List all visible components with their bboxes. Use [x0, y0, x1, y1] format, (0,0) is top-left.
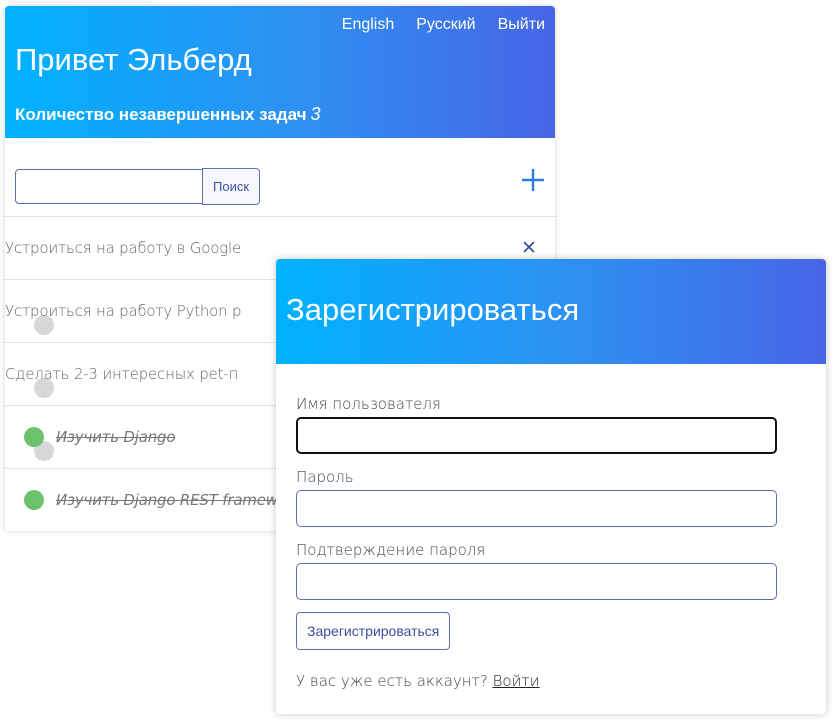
- pending-tasks-label: Количество незавершенных задач: [15, 105, 307, 124]
- login-link[interactable]: Войти: [493, 672, 540, 690]
- task-label: Устроиться на работу в Google: [5, 239, 242, 257]
- confirm-password-label: Подтверждение пароля: [296, 541, 486, 559]
- username-label: Имя пользователя: [296, 395, 441, 413]
- login-prompt: У вас уже есть аккаунт? Войти: [296, 672, 777, 690]
- register-header: Зарегистрироваться: [276, 259, 826, 364]
- lang-russian-link[interactable]: Русский: [416, 16, 475, 34]
- pending-tasks-counter: Количество незавершенных задач 3: [15, 104, 321, 125]
- logout-link[interactable]: Выйти: [498, 16, 545, 34]
- lang-english-link[interactable]: English: [342, 16, 394, 34]
- close-icon[interactable]: [522, 240, 536, 254]
- todo-header: English Русский Выйти Привет Эльберд Кол…: [5, 6, 555, 138]
- task-status-dot[interactable]: [24, 490, 44, 510]
- task-label: Сделать 2-3 интересных pet-п: [5, 365, 239, 383]
- header-nav: English Русский Выйти: [342, 16, 545, 34]
- register-card: Зарегистрироваться Имя пользователя Паро…: [276, 259, 826, 714]
- username-field[interactable]: [296, 417, 777, 454]
- have-account-text: У вас уже есть аккаунт?: [296, 672, 488, 690]
- task-label: Изучить Django REST framewo: [56, 491, 287, 509]
- search-input[interactable]: [15, 169, 203, 204]
- register-form: Имя пользователя Пароль Подтверждение па…: [296, 395, 777, 690]
- password-field[interactable]: [296, 490, 777, 527]
- pending-tasks-count: 3: [310, 104, 321, 124]
- greeting-title: Привет Эльберд: [15, 42, 252, 77]
- task-label: Устроиться на работу Python р: [5, 302, 242, 320]
- plus-icon[interactable]: [519, 166, 547, 194]
- register-button[interactable]: Зарегистрироваться: [296, 612, 451, 650]
- task-status-dot[interactable]: [24, 427, 44, 447]
- password-label: Пароль: [296, 468, 354, 486]
- register-title: Зарегистрироваться: [286, 292, 580, 327]
- search-button[interactable]: Поиск: [202, 168, 261, 205]
- confirm-password-field[interactable]: [296, 563, 777, 600]
- task-label: Изучить Django: [56, 428, 176, 446]
- search-bar: Поиск: [15, 168, 261, 205]
